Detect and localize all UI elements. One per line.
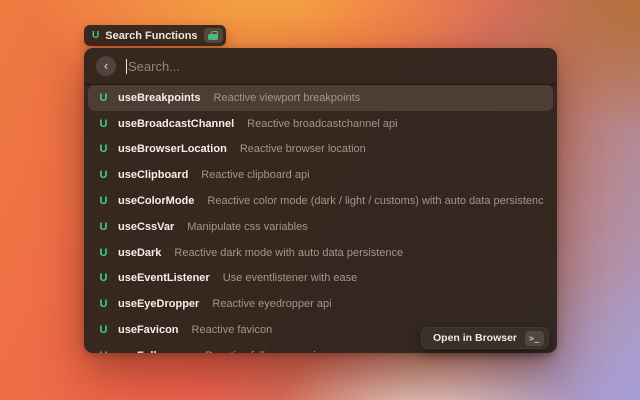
function-list-item[interactable]: U useBroadcastChannel Reactive broadcast… [88, 111, 553, 137]
function-description: Reactive dark mode with auto data persis… [174, 247, 403, 259]
briefcase-icon [208, 34, 218, 40]
function-list-item[interactable]: U useDark Reactive dark mode with auto d… [88, 240, 553, 266]
function-list: U useBreakpoints Reactive viewport break… [84, 85, 557, 353]
back-button[interactable]: ‹ [96, 56, 116, 76]
function-name: useClipboard [118, 169, 188, 181]
function-description: Reactive favicon [192, 324, 273, 336]
function-name: useEventListener [118, 272, 210, 284]
vueuse-function-icon: U [97, 350, 110, 353]
function-description: Reactive color mode (dark / light / cust… [207, 195, 544, 207]
function-name: useBreakpoints [118, 92, 201, 104]
function-list-item[interactable]: U useBrowserLocation Reactive browser lo… [88, 137, 553, 163]
text-caret [126, 59, 127, 74]
function-description: Reactive browser location [240, 143, 366, 155]
function-name: useColorMode [118, 195, 194, 207]
function-name: useDark [118, 247, 161, 259]
open-in-browser-button[interactable]: Open in Browser >_ [421, 327, 549, 349]
function-list-item[interactable]: U useClipboard Reactive clipboard api [88, 162, 553, 188]
vueuse-function-icon: U [97, 92, 110, 104]
function-description: Reactive broadcastchannel api [247, 118, 397, 130]
command-tooltip: U Search Functions [84, 25, 226, 46]
function-name: useFavicon [118, 324, 179, 336]
vueuse-function-icon: U [97, 169, 110, 181]
function-description: Reactive viewport breakpoints [214, 92, 361, 104]
vueuse-function-icon: U [97, 298, 110, 310]
function-name: useFullscreen [118, 350, 192, 353]
vueuse-function-icon: U [97, 195, 110, 207]
shortcut-key-hint: >_ [525, 331, 544, 346]
desktop-wallpaper: { "tooltip": { "u_glyph": "U", "label": … [0, 0, 640, 400]
function-description: Reactive fullscreen api [205, 350, 316, 353]
search-bar: ‹ [84, 48, 557, 85]
search-input[interactable] [128, 59, 545, 74]
vueuse-function-icon: U [97, 221, 110, 233]
open-in-browser-label: Open in Browser [433, 332, 517, 344]
function-name: useCssVar [118, 221, 174, 233]
function-list-item[interactable]: U useBreakpoints Reactive viewport break… [88, 85, 553, 111]
function-name: useBroadcastChannel [118, 118, 234, 130]
function-name: useEyeDropper [118, 298, 199, 310]
function-description: Reactive clipboard api [201, 169, 309, 181]
command-palette: ‹ U useBreakpoints Reactive viewport bre… [84, 48, 557, 353]
function-description: Reactive eyedropper api [212, 298, 331, 310]
vueuse-function-icon: U [97, 247, 110, 259]
function-list-item[interactable]: U useCssVar Manipulate css variables [88, 214, 553, 240]
vueuse-function-icon: U [97, 143, 110, 155]
extension-badge [204, 28, 223, 43]
function-list-item[interactable]: U useEventListener Use eventlistener wit… [88, 266, 553, 292]
function-name: useBrowserLocation [118, 143, 227, 155]
function-list-item[interactable]: U useColorMode Reactive color mode (dark… [88, 188, 553, 214]
vueuse-function-icon: U [97, 272, 110, 284]
vueuse-function-icon: U [97, 324, 110, 336]
function-description: Use eventlistener with ease [223, 272, 358, 284]
command-tooltip-label: Search Functions [105, 30, 197, 42]
vueuse-logo-icon: U [92, 30, 99, 41]
search-input-wrap [126, 59, 545, 74]
function-description: Manipulate css variables [187, 221, 307, 233]
vueuse-function-icon: U [97, 118, 110, 130]
function-list-item[interactable]: U useEyeDropper Reactive eyedropper api [88, 291, 553, 317]
